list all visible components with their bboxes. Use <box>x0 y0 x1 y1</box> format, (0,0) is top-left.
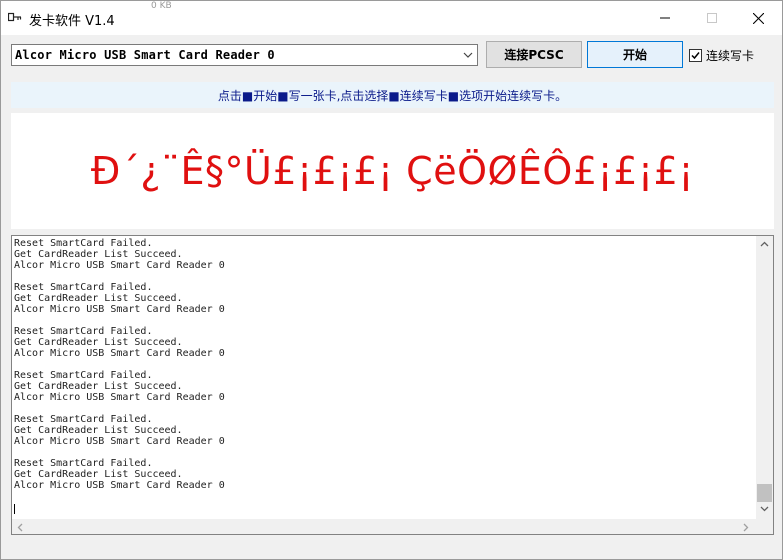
checkmark-icon <box>691 51 700 59</box>
start-button[interactable]: 开始 <box>587 41 683 68</box>
checkbox-box[interactable] <box>689 48 702 62</box>
close-icon <box>752 12 764 24</box>
log-line: Alcor Micro USB Smart Card Reader 0 <box>14 480 225 491</box>
log-line: Alcor Micro USB Smart Card Reader 0 <box>14 348 225 359</box>
log-line: Get CardReader List Succeed. <box>14 337 183 348</box>
app-window: 发卡软件 V1.4 0 KB Alcor Micro USB Smart Car… <box>0 0 783 560</box>
scroll-down-icon[interactable] <box>760 506 769 512</box>
log-line: Alcor Micro USB Smart Card Reader 0 <box>14 304 225 315</box>
card-reader-select-value: Alcor Micro USB Smart Card Reader 0 <box>15 48 275 62</box>
log-content: Reset SmartCard Failed. Get CardReader Li… <box>14 238 225 491</box>
vertical-scrollbar[interactable] <box>756 236 773 519</box>
ghost-text: 0 KB <box>151 1 172 11</box>
horizontal-scrollbar[interactable] <box>12 519 773 534</box>
minimize-button[interactable] <box>642 1 688 35</box>
text-caret <box>14 504 15 514</box>
maximize-button <box>689 1 735 35</box>
scroll-left-icon[interactable] <box>17 523 23 532</box>
card-reader-select[interactable]: Alcor Micro USB Smart Card Reader 0 <box>11 44 478 66</box>
status-banner: Ð´¿¨Ê§°Ü£¡£¡£¡ ÇëÖØÊÔ£¡£¡£¡ <box>11 113 774 229</box>
chevron-down-icon <box>463 52 473 58</box>
minimize-icon <box>660 17 670 19</box>
scroll-up-icon[interactable] <box>760 241 769 247</box>
maximize-icon <box>707 13 717 23</box>
log-line: Get CardReader List Succeed. <box>14 425 183 436</box>
log-line: Alcor Micro USB Smart Card Reader 0 <box>14 260 225 271</box>
log-line: Reset SmartCard Failed. <box>14 238 153 249</box>
vertical-scroll-thumb[interactable] <box>757 484 772 502</box>
close-button[interactable] <box>735 1 781 35</box>
log-line: Reset SmartCard Failed. <box>14 282 153 293</box>
log-line: Reset SmartCard Failed. <box>14 414 153 425</box>
continuous-write-checkbox[interactable]: 连续写卡 <box>689 47 754 63</box>
log-line: Reset SmartCard Failed. <box>14 458 153 469</box>
scroll-right-icon[interactable] <box>743 523 749 532</box>
continuous-write-label: 连续写卡 <box>706 48 755 63</box>
instruction-text: 点击■开始■写一张卡,点击选择■连续写卡■选项开始连续写卡。 <box>217 88 568 103</box>
log-line: Get CardReader List Succeed. <box>14 381 183 392</box>
app-key-icon <box>8 12 22 22</box>
connect-pcsc-button[interactable]: 连接PCSC <box>486 41 582 68</box>
log-line: Get CardReader List Succeed. <box>14 469 183 480</box>
log-line: Get CardReader List Succeed. <box>14 249 183 260</box>
title-bar[interactable]: 发卡软件 V1.4 0 KB <box>1 1 782 35</box>
status-banner-text: Ð´¿¨Ê§°Ü£¡£¡£¡ ÇëÖØÊÔ£¡£¡£¡ <box>90 149 695 193</box>
log-line: Reset SmartCard Failed. <box>14 370 153 381</box>
log-textarea[interactable]: Reset SmartCard Failed. Get CardReader Li… <box>11 235 774 535</box>
instruction-bar: 点击■开始■写一张卡,点击选择■连续写卡■选项开始连续写卡。 <box>11 82 774 108</box>
log-line: Alcor Micro USB Smart Card Reader 0 <box>14 392 225 403</box>
log-line: Get CardReader List Succeed. <box>14 293 183 304</box>
window-title: 发卡软件 V1.4 <box>29 14 115 29</box>
log-line: Reset SmartCard Failed. <box>14 326 153 337</box>
log-line: Alcor Micro USB Smart Card Reader 0 <box>14 436 225 447</box>
scrollbar-corner <box>756 519 773 534</box>
